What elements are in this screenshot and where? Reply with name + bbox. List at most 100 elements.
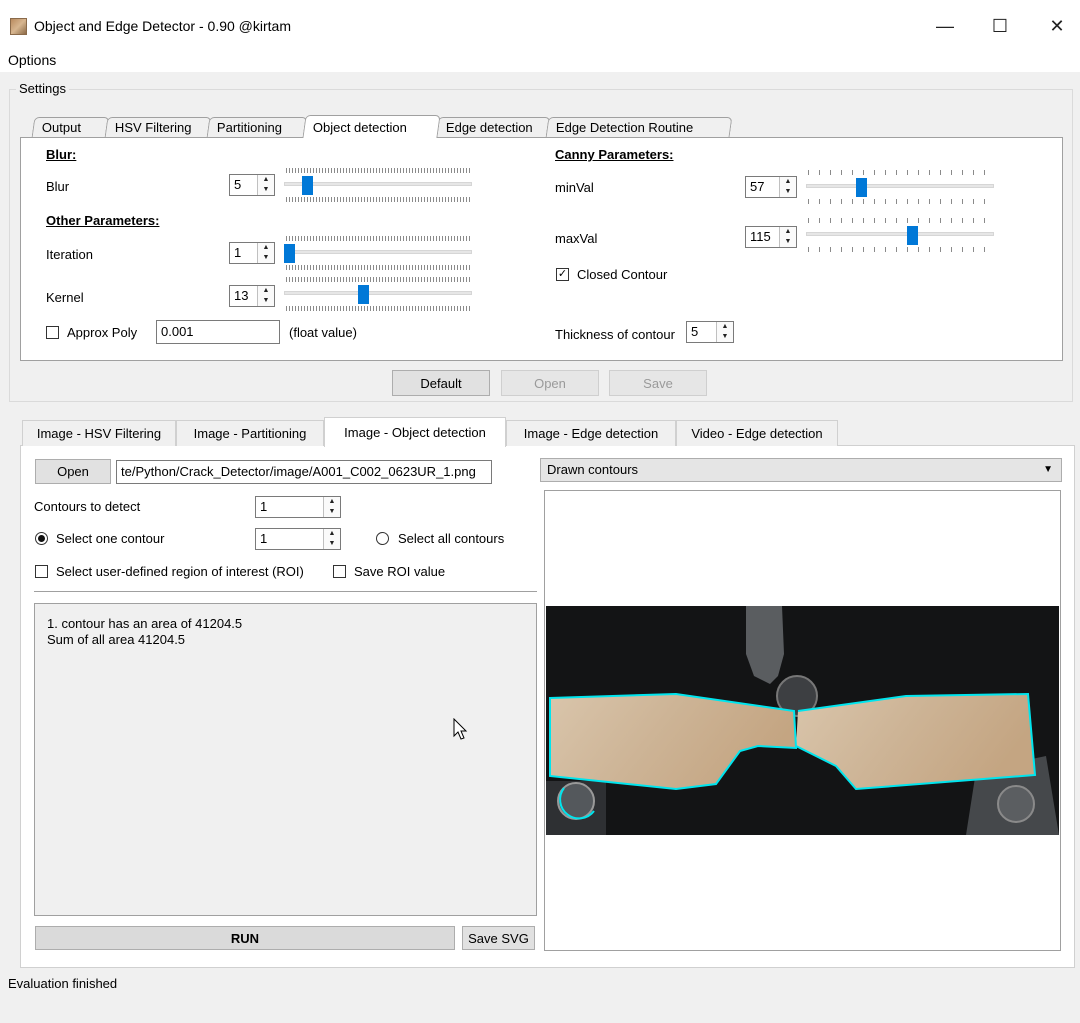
spin-down-icon[interactable]: ▼ bbox=[258, 296, 274, 306]
minval-slider-handle[interactable] bbox=[855, 178, 867, 197]
blur-slider[interactable] bbox=[284, 168, 472, 202]
log-line-sum: Sum of all area 41204.5 bbox=[47, 632, 186, 647]
tab-output[interactable]: Output bbox=[31, 117, 110, 137]
chevron-down-icon[interactable]: ▼ bbox=[1043, 459, 1053, 481]
spin-arrows[interactable]: ▲ ▼ bbox=[257, 243, 274, 263]
log-line-area: 1. contour has an area of 41204.5 bbox=[47, 616, 243, 631]
spin-arrows[interactable]: ▲ ▼ bbox=[257, 175, 274, 195]
roi-checkbox[interactable] bbox=[35, 565, 48, 578]
closed-contour-checkbox[interactable]: ✓ bbox=[556, 268, 569, 281]
checkbox-box[interactable] bbox=[333, 565, 346, 578]
default-button[interactable]: Default bbox=[392, 370, 490, 396]
spin-down-icon[interactable]: ▼ bbox=[258, 253, 274, 263]
spin-arrows[interactable]: ▲ ▼ bbox=[779, 177, 796, 197]
radio-circle[interactable] bbox=[376, 532, 389, 545]
blur-header: Blur: bbox=[46, 147, 77, 162]
kernel-slider-handle[interactable] bbox=[358, 285, 370, 304]
app-icon bbox=[10, 18, 27, 35]
maxval-value: 115 bbox=[750, 229, 771, 244]
blur-slider-handle[interactable] bbox=[301, 176, 313, 195]
save-svg-button[interactable]: Save SVG bbox=[462, 926, 535, 950]
kernel-slider[interactable] bbox=[284, 277, 472, 311]
display-mode-dropdown[interactable]: Drawn contours ▼ bbox=[540, 458, 1062, 482]
save-settings-button[interactable]: Save bbox=[609, 370, 707, 396]
select-one-contour-spinbox[interactable]: 1 ▲ ▼ bbox=[255, 528, 341, 550]
maxval-slider-handle[interactable] bbox=[906, 226, 918, 245]
spin-down-icon[interactable]: ▼ bbox=[324, 539, 340, 549]
minval-spinbox[interactable]: 57 ▲ ▼ bbox=[745, 176, 797, 198]
checkbox-box[interactable]: ✓ bbox=[556, 268, 569, 281]
checkbox-box[interactable] bbox=[35, 565, 48, 578]
spin-up-icon[interactable]: ▲ bbox=[717, 322, 733, 332]
tab-hsv-filtering[interactable]: HSV Filtering bbox=[104, 117, 212, 137]
tab-partitioning-label: Partitioning bbox=[216, 120, 282, 135]
contours-to-detect-spinbox[interactable]: 1 ▲ ▼ bbox=[255, 496, 341, 518]
tab-edge-detection-routine[interactable]: Edge Detection Routine bbox=[545, 117, 733, 137]
spin-up-icon[interactable]: ▲ bbox=[258, 175, 274, 185]
blur-spinbox[interactable]: 5 ▲ ▼ bbox=[229, 174, 275, 196]
select-one-contour-value: 1 bbox=[260, 531, 268, 546]
file-path-input[interactable]: te/Python/Crack_Detector/image/A001_C002… bbox=[116, 460, 492, 484]
spin-arrows[interactable]: ▲ ▼ bbox=[779, 227, 796, 247]
save-roi-checkbox[interactable] bbox=[333, 565, 346, 578]
kernel-value: 13 bbox=[234, 288, 249, 303]
spin-up-icon[interactable]: ▲ bbox=[324, 497, 340, 507]
kernel-spinbox[interactable]: 13 ▲ ▼ bbox=[229, 285, 275, 307]
thickness-value: 5 bbox=[691, 324, 699, 339]
spin-up-icon[interactable]: ▲ bbox=[258, 243, 274, 253]
run-button[interactable]: RUN bbox=[35, 926, 455, 950]
tab-image-edge-detection[interactable]: Image - Edge detection bbox=[506, 420, 676, 446]
iteration-slider-handle[interactable] bbox=[284, 244, 295, 263]
other-parameters-header: Other Parameters: bbox=[46, 213, 160, 228]
menu-bar bbox=[0, 50, 1080, 72]
spin-arrows[interactable]: ▲ ▼ bbox=[323, 529, 340, 549]
float-value-hint: (float value) bbox=[289, 325, 357, 340]
menu-options[interactable]: Options bbox=[8, 52, 56, 68]
approx-poly-input[interactable]: 0.001 bbox=[156, 320, 280, 344]
maximize-button[interactable]: ☐ bbox=[985, 12, 1015, 40]
spin-down-icon[interactable]: ▼ bbox=[780, 187, 796, 197]
spin-arrows[interactable]: ▲ ▼ bbox=[716, 322, 733, 342]
closed-contour-label: Closed Contour bbox=[577, 267, 668, 282]
approx-poly-label: Approx Poly bbox=[67, 325, 138, 340]
tab-image-hsv-filtering[interactable]: Image - HSV Filtering bbox=[22, 420, 176, 446]
mouse-cursor-icon bbox=[453, 718, 468, 740]
tab-image-partitioning[interactable]: Image - Partitioning bbox=[176, 420, 324, 446]
iteration-spinbox[interactable]: 1 ▲ ▼ bbox=[229, 242, 275, 264]
close-button[interactable]: ✕ bbox=[1042, 12, 1072, 40]
image-viewer bbox=[544, 490, 1061, 951]
tab-edge-detection[interactable]: Edge detection bbox=[435, 117, 551, 137]
spin-arrows[interactable]: ▲ ▼ bbox=[257, 286, 274, 306]
select-all-contours-radio[interactable] bbox=[376, 532, 389, 545]
blur-value: 5 bbox=[234, 177, 242, 192]
approx-poly-checkbox[interactable] bbox=[46, 326, 59, 339]
minimize-button[interactable]: — bbox=[930, 12, 960, 40]
iteration-slider[interactable] bbox=[284, 236, 472, 270]
thickness-spinbox[interactable]: 5 ▲ ▼ bbox=[686, 321, 734, 343]
spin-down-icon[interactable]: ▼ bbox=[324, 507, 340, 517]
spin-up-icon[interactable]: ▲ bbox=[780, 227, 796, 237]
open-image-button[interactable]: Open bbox=[35, 459, 111, 484]
spin-up-icon[interactable]: ▲ bbox=[780, 177, 796, 187]
iteration-value: 1 bbox=[234, 245, 242, 260]
maxval-spinbox[interactable]: 115 ▲ ▼ bbox=[745, 226, 797, 248]
spin-arrows[interactable]: ▲ ▼ bbox=[323, 497, 340, 517]
tab-image-object-detection[interactable]: Image - Object detection bbox=[324, 417, 506, 447]
tab-video-edge-detection[interactable]: Video - Edge detection bbox=[676, 420, 838, 446]
spin-down-icon[interactable]: ▼ bbox=[258, 185, 274, 195]
spin-up-icon[interactable]: ▲ bbox=[324, 529, 340, 539]
spin-up-icon[interactable]: ▲ bbox=[258, 286, 274, 296]
tab-partitioning[interactable]: Partitioning bbox=[206, 117, 308, 137]
radio-circle[interactable] bbox=[35, 532, 48, 545]
open-settings-button[interactable]: Open bbox=[501, 370, 599, 396]
checkbox-box[interactable] bbox=[46, 326, 59, 339]
tab-object-detection[interactable]: Object detection bbox=[302, 115, 441, 138]
kernel-label: Kernel bbox=[46, 290, 84, 305]
tab-edge-detection-label: Edge detection bbox=[445, 120, 533, 135]
status-text: Evaluation finished bbox=[8, 976, 118, 991]
maxval-slider[interactable] bbox=[806, 218, 994, 252]
spin-down-icon[interactable]: ▼ bbox=[717, 332, 733, 342]
minval-slider[interactable] bbox=[806, 170, 994, 204]
spin-down-icon[interactable]: ▼ bbox=[780, 237, 796, 247]
select-one-contour-radio[interactable] bbox=[35, 532, 48, 545]
